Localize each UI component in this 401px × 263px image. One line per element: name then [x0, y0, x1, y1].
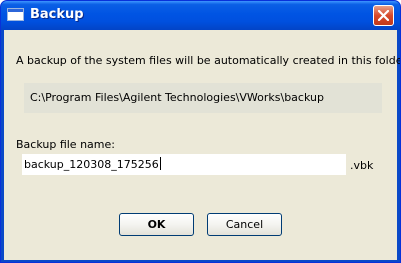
info-text: A backup of the system files will be aut…: [16, 54, 401, 67]
folder-path-display: C:\Program Files\Agilent Technologies\VW…: [24, 83, 382, 113]
file-extension-label: .vbk: [350, 159, 374, 172]
text-caret: [159, 157, 161, 170]
close-button[interactable]: [373, 5, 394, 26]
file-name-label: Backup file name:: [16, 138, 115, 151]
file-name-value: backup_120308_175256: [24, 158, 159, 171]
close-icon: [378, 10, 389, 21]
backup-dialog-window: Backup A backup of the system files will…: [0, 0, 401, 263]
dialog-body: A backup of the system files will be aut…: [4, 30, 400, 260]
title-bar[interactable]: Backup: [1, 1, 400, 30]
window-icon: [7, 8, 24, 21]
ok-button[interactable]: OK: [119, 213, 194, 236]
backup-file-name-input[interactable]: backup_120308_175256: [22, 154, 346, 175]
folder-path-text: C:\Program Files\Agilent Technologies\VW…: [30, 91, 324, 104]
window-title: Backup: [30, 7, 84, 22]
cancel-button[interactable]: Cancel: [207, 213, 282, 236]
